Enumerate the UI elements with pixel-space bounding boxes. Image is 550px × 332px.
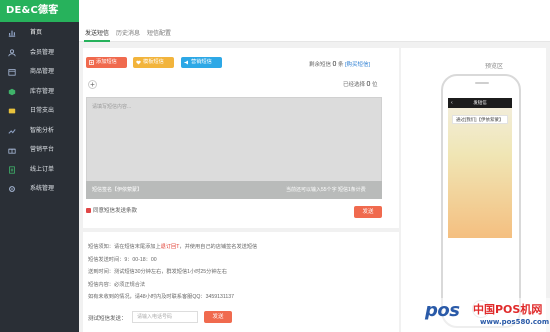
preview-title: 预览区 [485, 64, 504, 70]
active-tab-indicator [84, 40, 110, 42]
analytics-icon [8, 128, 16, 134]
test-sms-label: 测试短信发送： [88, 316, 127, 322]
sidebar-item-label: 智能分析 [30, 127, 55, 134]
add-icon [89, 60, 94, 65]
sidebar-item-label: 首页 [30, 30, 43, 36]
sidebar-item-label: 线上订单 [30, 166, 55, 173]
template-sms-label: 模板短信 [143, 59, 164, 65]
back-icon: ‹ [451, 100, 453, 106]
phone-number-input[interactable]: 请输入电话号码 [132, 311, 198, 323]
sidebar-item-label: 系统管理 [30, 186, 55, 192]
box-icon [8, 69, 16, 76]
cube-icon [8, 88, 16, 95]
megaphone-icon [184, 60, 188, 65]
top-bar [0, 0, 550, 22]
add-recipient-button[interactable]: + [88, 80, 97, 89]
template-sms-button[interactable]: 模板短信 [133, 57, 174, 68]
balance-count: 0 [332, 61, 337, 68]
sidebar-item-7[interactable]: 营销平台 [0, 144, 79, 156]
note-4: 短信内容：必须正规合法 [88, 282, 146, 288]
note-1: 短信须知：请在短信末尾添加上退订回T，并使用自己的店铺签名发送短信 [88, 243, 257, 250]
order-icon [9, 165, 15, 174]
sidebar-item-label: 日常支出 [30, 108, 55, 114]
note-1-text: 短信须知：请在短信末尾添加上 [88, 244, 161, 250]
message-char-counter: 当前还可以输入55个字 短信1条计费 [286, 187, 366, 193]
sidebar-item-label: 商品管理 [30, 69, 55, 75]
user-icon [8, 48, 16, 56]
sidebar-item-label: 营销平台 [30, 147, 55, 153]
add-sms-button[interactable]: 添加短信 [86, 57, 127, 68]
gear-icon [9, 186, 15, 192]
watermark-site-name: 中国POS机网 [473, 303, 543, 316]
gift-icon [8, 148, 16, 154]
selected-number: 0 [366, 81, 371, 88]
send-button[interactable]: 发送 [354, 206, 382, 218]
agree-checkbox[interactable] [86, 207, 91, 213]
message-placeholder: 请填写短信内容... [92, 104, 132, 110]
buy-sms-link[interactable]: [购买短信] [345, 62, 370, 68]
sidebar-item-8[interactable]: 线上订单 [0, 164, 79, 176]
sidebar-item-3[interactable]: 商品管理 [0, 66, 79, 78]
note-5: 如有未收到的情况，请48小时内及时联系客服QQ：3459131137 [88, 294, 235, 300]
balance-unit: 条 [337, 62, 344, 68]
brand-logo[interactable]: DE&C德客 [0, 0, 79, 22]
sidebar-item-label: 会员管理 [30, 49, 55, 56]
sidebar-item-6[interactable]: 智能分析 [0, 125, 79, 137]
note-1-highlight: 退订回T [160, 244, 180, 250]
watermark-logo: pos [425, 300, 460, 321]
note-2: 短信发送时间：9：00-18：00 [88, 257, 157, 263]
sidebar-item-1[interactable]: 首页 [0, 27, 79, 39]
tab-send-sms[interactable]: 发送短信 [85, 28, 109, 37]
heart-icon [136, 60, 141, 65]
message-signature: 短信签名【伊依萦蒙】 [92, 187, 143, 193]
selected-count: 已经选择 0 位 [343, 80, 378, 88]
marketing-sms-label: 营销短信 [191, 59, 212, 65]
phone-speaker [475, 82, 489, 84]
preview-message-bubble: 通过[我们]【伊依萦蒙】 [452, 115, 508, 124]
sidebar-item-5[interactable]: 日常支出 [0, 105, 79, 117]
selected-unit: 位 [371, 82, 378, 88]
marketing-sms-button[interactable]: 营销短信 [181, 57, 222, 68]
selected-prefix: 已经选择 [343, 82, 366, 88]
sms-balance: 剩余短信 0 条 [购买短信] [309, 60, 370, 68]
agree-label: 同意短信发送条款 [93, 208, 138, 214]
sidebar-item-9[interactable]: 系统管理 [0, 183, 79, 195]
wallet-icon [8, 108, 16, 114]
sidebar-item-label: 库存管理 [30, 88, 55, 95]
tab-sms-config[interactable]: 短信配置 [147, 28, 171, 37]
note-3: 送到时间：测试短信30分钟左右，群发短信1小时25分钟左右 [88, 269, 227, 275]
tab-history[interactable]: 历史消息 [116, 28, 140, 37]
bar-chart-icon [8, 30, 16, 37]
add-sms-label: 添加短信 [96, 59, 117, 65]
note-1-tail: ，并使用自己的店铺签名发送短信 [179, 244, 258, 250]
phone-header: 发短信 [448, 98, 512, 108]
watermark-url: www.pos580.com [480, 318, 550, 326]
test-send-button[interactable]: 发送 [204, 311, 232, 323]
balance-prefix: 剩余短信 [309, 62, 332, 68]
sidebar-item-4[interactable]: 库存管理 [0, 86, 79, 98]
agree-terms[interactable]: 同意短信发送条款 [86, 206, 137, 214]
sidebar-item-2[interactable]: 会员管理 [0, 47, 79, 59]
